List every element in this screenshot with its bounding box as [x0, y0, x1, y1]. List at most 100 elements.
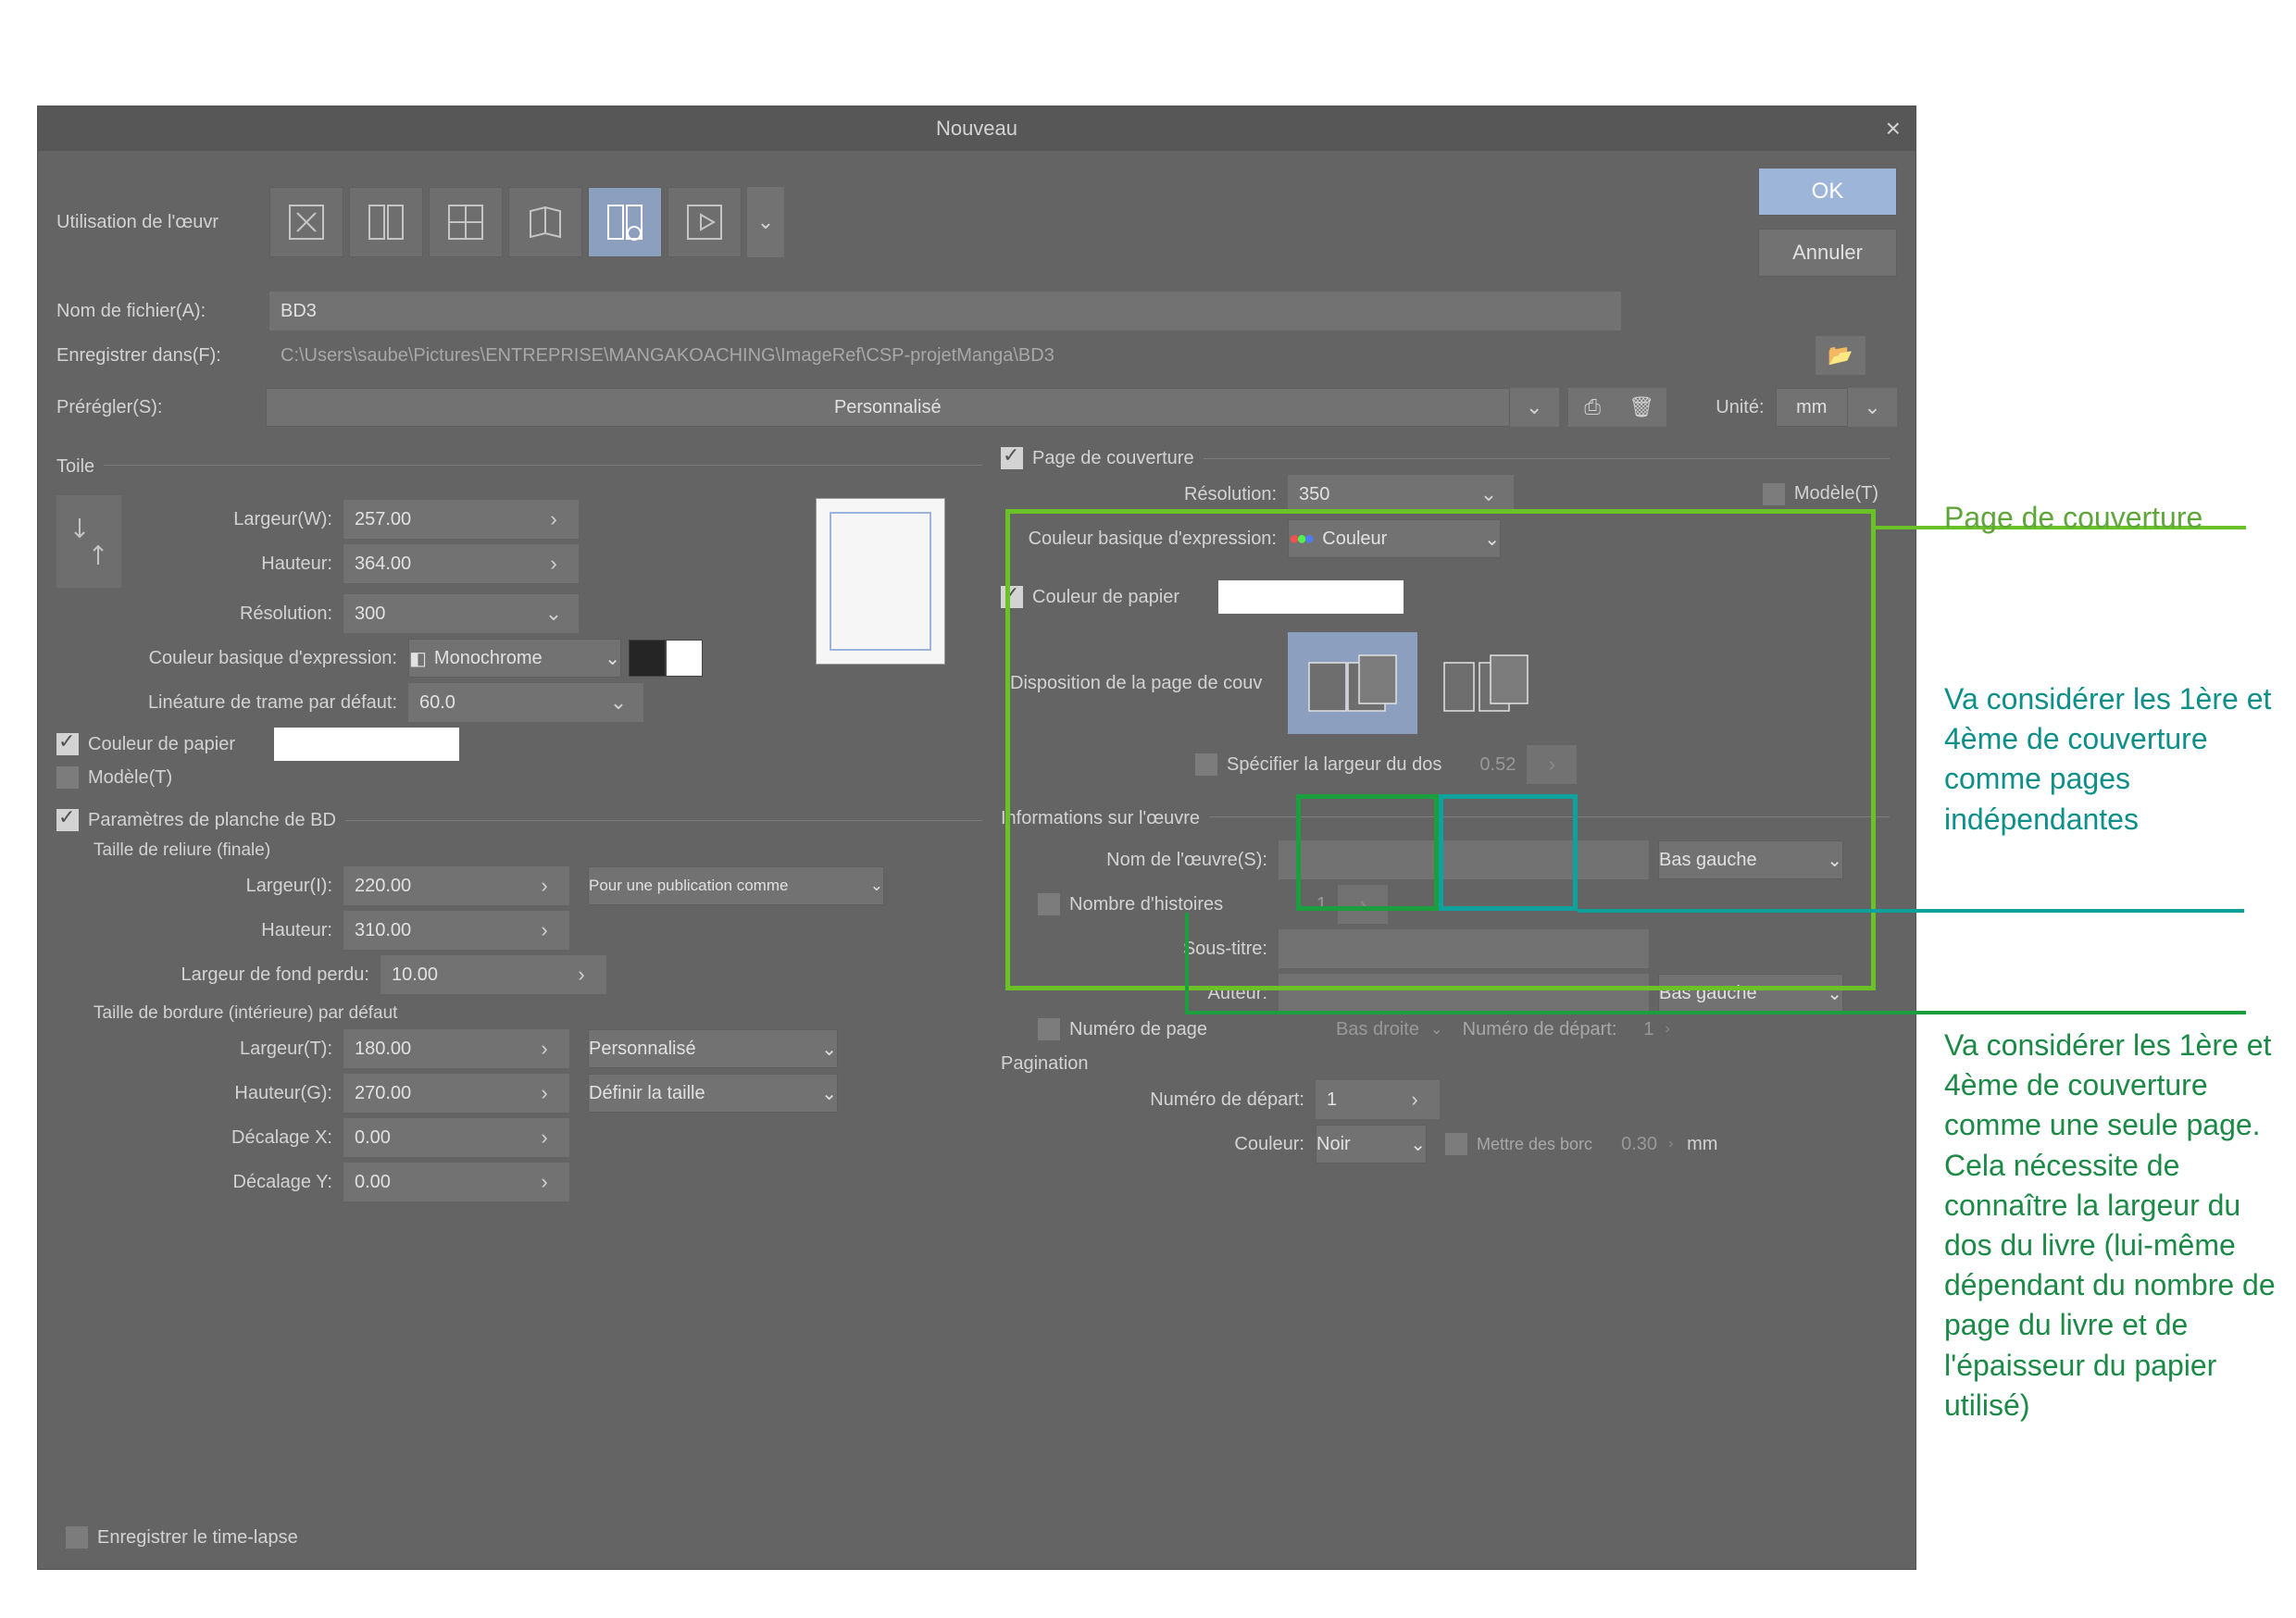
bleed-input[interactable] [381, 955, 556, 994]
usage-animation-icon[interactable] [668, 187, 742, 257]
filename-label: Nom de fichier(A): [56, 301, 269, 322]
start-stepper[interactable]: › [1390, 1080, 1440, 1119]
cover-expr-dropdown[interactable]: ●●●Couleur⌄ [1288, 519, 1501, 558]
offsetY-input[interactable] [343, 1163, 519, 1201]
manga-params-checkbox[interactable] [56, 809, 79, 831]
unit-dropdown[interactable]: mm [1776, 388, 1849, 427]
widthT-input[interactable] [343, 1029, 519, 1068]
delete-preset-icon[interactable]: 🗑 [1617, 388, 1666, 427]
usage-book-icon[interactable] [508, 187, 582, 257]
cover-checkbox[interactable] [1001, 447, 1023, 469]
subtitle-input[interactable] [1279, 929, 1649, 968]
author-pos-dropdown[interactable]: Bas gauche⌄ [1658, 974, 1843, 1013]
author-label: Auteur: [1001, 983, 1279, 1004]
paper-color-checkbox[interactable] [56, 733, 79, 755]
manga-header: Paramètres de planche de BD [88, 810, 336, 831]
usage-illustration-icon[interactable] [269, 187, 343, 257]
offsetX-stepper[interactable]: › [519, 1118, 569, 1157]
preset-label: Prérégler(S): [56, 397, 266, 418]
cover-layout-single-icon[interactable] [1288, 632, 1417, 734]
cancel-button[interactable]: Annuler [1758, 229, 1897, 277]
ok-button[interactable]: OK [1758, 168, 1897, 216]
usage-manga-icon[interactable] [588, 187, 662, 257]
cover-paper-color-checkbox[interactable] [1001, 586, 1023, 608]
offsetY-label: Décalage Y: [94, 1172, 343, 1193]
widthT-preset-dropdown[interactable]: Personnalisé⌄ [588, 1029, 838, 1068]
start-input[interactable] [1316, 1080, 1390, 1119]
browse-folder-icon[interactable]: 📂 [1816, 336, 1866, 375]
preset-dropdown[interactable]: Personnalisé [266, 388, 1510, 427]
canvas-width-input[interactable] [343, 500, 529, 539]
cover-expr-label: Couleur basique d'expression: [1001, 529, 1288, 550]
lineature-dropdown[interactable]: ⌄ [593, 683, 643, 722]
define-size-dropdown[interactable]: Définir la taille⌄ [588, 1074, 838, 1113]
canvas-height-stepper[interactable]: › [529, 544, 579, 583]
work-name-pos-dropdown[interactable]: Bas gauche⌄ [1658, 840, 1843, 879]
widthI-input[interactable] [343, 866, 519, 905]
stories-stepper[interactable]: › [1338, 885, 1388, 924]
canvas-res-dropdown[interactable]: ⌄ [529, 594, 579, 633]
swatch-black[interactable] [629, 640, 666, 677]
cover-res-input[interactable] [1288, 475, 1464, 514]
canvas-res-label: Résolution: [56, 604, 343, 625]
cover-template-checkbox[interactable] [1763, 483, 1785, 505]
filename-input[interactable] [269, 292, 1621, 330]
line-single-h [1185, 1011, 2246, 1014]
spine-stepper[interactable]: › [1527, 745, 1577, 784]
cover-res-dropdown[interactable]: ⌄ [1464, 475, 1514, 514]
cover-layout-separate-icon[interactable] [1425, 632, 1554, 734]
annotation-cover-title: Page de couverture [1944, 498, 2202, 538]
bleed-stepper[interactable]: › [556, 955, 606, 994]
preset-dropdown-arrow[interactable]: ⌄ [1510, 388, 1559, 427]
offsetY-stepper[interactable]: › [519, 1163, 569, 1201]
cover-header: Page de couverture [1032, 448, 1194, 469]
canvas-header: Toile [56, 456, 94, 478]
heightG-input[interactable] [343, 1074, 519, 1113]
stories-checkbox[interactable] [1038, 893, 1060, 915]
usage-more-dropdown[interactable]: ⌄ [747, 187, 784, 257]
pagenum-checkbox[interactable] [1038, 1018, 1060, 1040]
stories-value: 1 [1282, 894, 1338, 915]
usage-webtoon-icon[interactable] [349, 187, 423, 257]
paper-color-swatch[interactable] [274, 728, 459, 761]
canvas-expr-label: Couleur basique d'expression: [56, 648, 408, 669]
save-preset-icon[interactable]: ⎙ [1568, 388, 1617, 427]
pag-color-label: Couleur: [1001, 1134, 1316, 1155]
annotation-independent: Va considérer les 1ère et 4ème de couver… [1944, 679, 2277, 840]
manga-height-stepper[interactable]: › [519, 911, 569, 950]
orientation-toggle[interactable] [56, 495, 121, 588]
manga-height-input[interactable] [343, 911, 519, 950]
spine-checkbox[interactable] [1195, 753, 1217, 776]
work-name-label: Nom de l'œuvre(S): [1001, 850, 1279, 871]
offsetX-input[interactable] [343, 1118, 519, 1157]
usage-label: Utilisation de l'œuvr [56, 212, 269, 233]
close-icon[interactable]: × [1886, 114, 1901, 143]
pag-color-dropdown[interactable]: Noir⌄ [1316, 1125, 1427, 1164]
startnum-value: 1 [1628, 1019, 1665, 1040]
canvas-height-input[interactable] [343, 544, 529, 583]
lineature-input[interactable] [408, 683, 593, 722]
widthT-stepper[interactable]: › [519, 1029, 569, 1068]
widthI-stepper[interactable]: › [519, 866, 569, 905]
canvas-width-stepper[interactable]: › [529, 500, 579, 539]
border-value: 0.30 [1603, 1134, 1668, 1155]
work-name-input[interactable] [1279, 840, 1649, 879]
author-input[interactable] [1279, 974, 1649, 1013]
timelapse-label: Enregistrer le time-lapse [97, 1527, 309, 1549]
startnum-label: Numéro de départ: [1442, 1019, 1628, 1040]
canvas-expr-dropdown[interactable]: ◧Monochrome⌄ [408, 639, 621, 678]
heightG-label: Hauteur(G): [94, 1083, 343, 1104]
publication-dropdown[interactable]: Pour une publication comme⌄ [588, 866, 884, 905]
template-checkbox[interactable] [56, 766, 79, 789]
work-info-header: Informations sur l'œuvre [1001, 808, 1200, 829]
cover-paper-color-swatch[interactable] [1218, 580, 1404, 614]
timelapse-checkbox[interactable] [66, 1526, 88, 1549]
canvas-res-input[interactable] [343, 594, 529, 633]
heightG-stepper[interactable]: › [519, 1074, 569, 1113]
unit-dropdown-arrow[interactable]: ⌄ [1848, 388, 1897, 427]
savein-input [269, 336, 1806, 375]
swatch-white[interactable] [666, 640, 703, 677]
border-checkbox[interactable] [1445, 1133, 1467, 1155]
unit-label: Unité: [1666, 397, 1776, 418]
usage-comic-icon[interactable] [429, 187, 503, 257]
